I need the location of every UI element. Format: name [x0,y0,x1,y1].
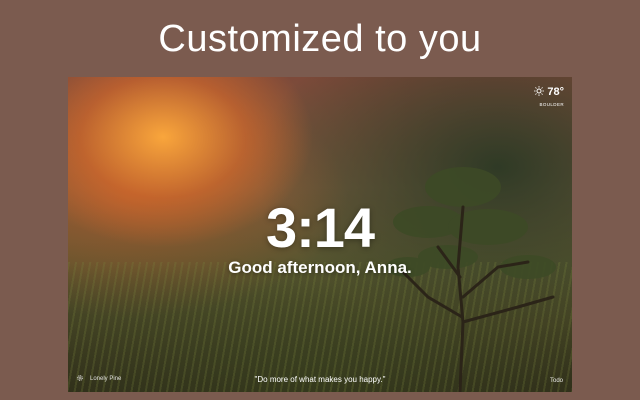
todo-button[interactable]: Todo [550,378,563,384]
clock: 3:14 [265,196,375,259]
weather-location: BOULDER [539,102,564,107]
sun-icon [534,83,545,101]
weather-widget[interactable]: 78° BOULDER [534,83,564,107]
weather-temperature: 78° [547,86,564,98]
app-screenshot-frame: 78° BOULDER 3:14 Good afternoon, Anna. L… [68,77,572,392]
greeting: Good afternoon, Anna. [228,258,412,277]
quote: "Do more of what makes you happy." [254,375,386,384]
headline: Customized to you [158,18,482,60]
